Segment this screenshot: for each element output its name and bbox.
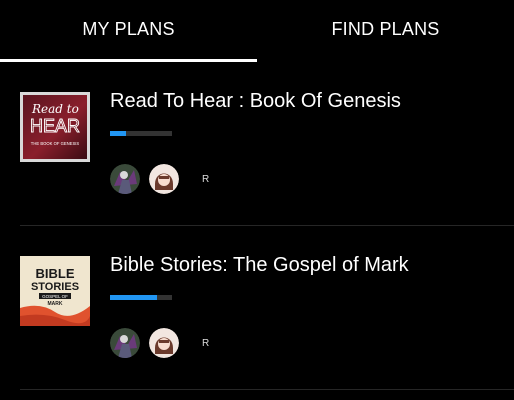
svg-text:GOSPEL OF: GOSPEL OF xyxy=(42,294,68,299)
avatar xyxy=(110,164,140,194)
plan-item[interactable]: BIBLE STORIES GOSPEL OF MARK Bible Stori… xyxy=(0,226,514,390)
svg-text:Read to: Read to xyxy=(31,102,79,116)
plan-thumbnail: BIBLE STORIES GOSPEL OF MARK xyxy=(20,256,90,326)
tab-my-plans[interactable]: MY PLANS xyxy=(0,0,257,62)
plan-progress-fill xyxy=(110,131,126,136)
plan-title: Read To Hear : Book Of Genesis xyxy=(110,90,401,112)
avatar xyxy=(149,328,179,358)
svg-text:HEAR: HEAR xyxy=(30,116,80,136)
plan-progress-bar xyxy=(110,131,172,136)
plan-thumbnail: Read to HEAR THE BOOK OF GENESIS xyxy=(20,92,90,162)
tab-find-plans[interactable]: FIND PLANS xyxy=(257,0,514,62)
plan-progress-fill xyxy=(110,295,157,300)
friend-initial: R xyxy=(202,174,210,185)
avatar xyxy=(110,328,140,358)
plan-item[interactable]: Read to HEAR THE BOOK OF GENESIS Read To… xyxy=(0,62,514,226)
svg-text:MARK: MARK xyxy=(48,301,63,307)
divider xyxy=(20,389,514,390)
svg-text:STORIES: STORIES xyxy=(31,281,79,293)
plan-title: Bible Stories: The Gospel of Mark xyxy=(110,254,409,276)
svg-text:THE BOOK OF GENESIS: THE BOOK OF GENESIS xyxy=(31,141,80,146)
plan-progress-bar xyxy=(110,295,172,300)
avatar xyxy=(149,164,179,194)
tab-bar: MY PLANS FIND PLANS xyxy=(0,0,514,62)
friend-initial: R xyxy=(202,338,210,349)
svg-text:BIBLE: BIBLE xyxy=(36,266,75,281)
